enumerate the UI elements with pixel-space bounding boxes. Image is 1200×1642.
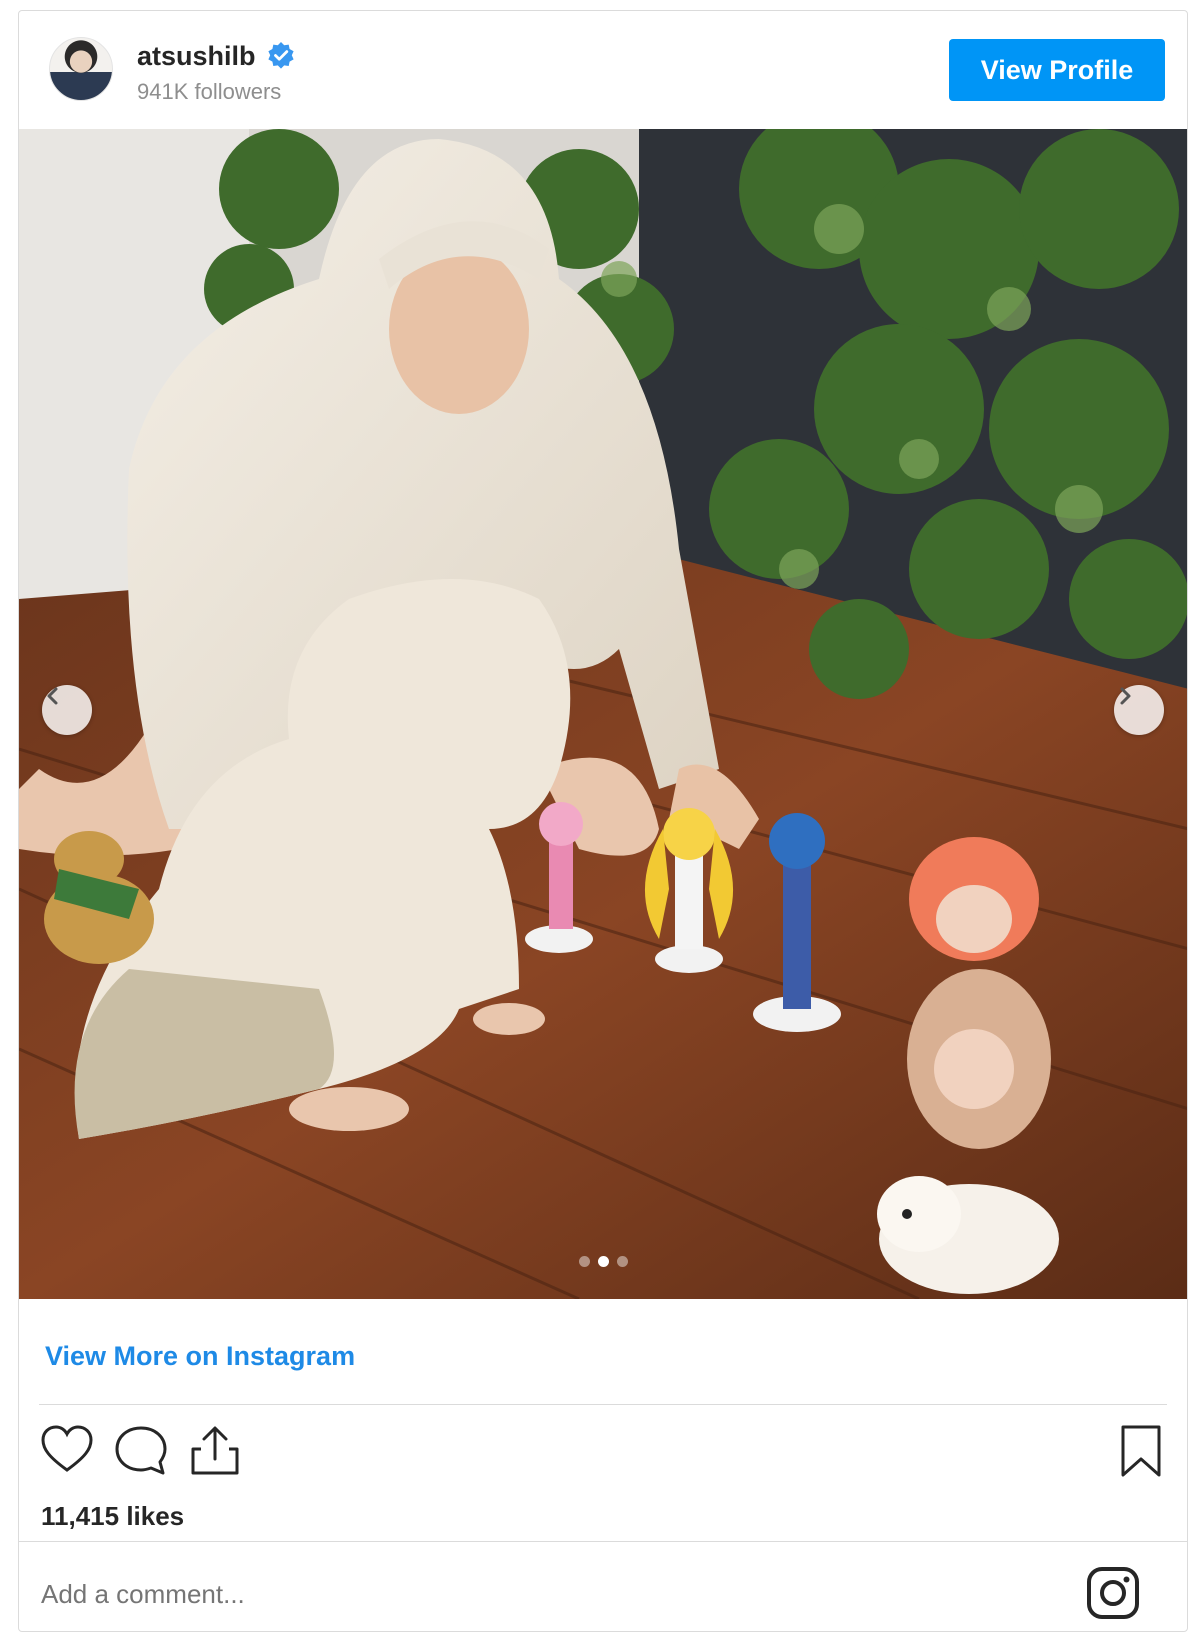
carousel-dot-active <box>597 1256 609 1267</box>
post-photo[interactable] <box>19 129 1187 1299</box>
chevron-left-icon <box>47 687 58 705</box>
carousel-next-button[interactable] <box>1114 685 1164 735</box>
post-header: atsushilb 941K followers View Profile <box>19 11 1187 129</box>
instagram-embed-card: atsushilb 941K followers View Profile Vi… <box>18 10 1188 1632</box>
comment-bubble-icon[interactable] <box>113 1423 169 1479</box>
photo-illustration <box>19 129 1187 1299</box>
carousel-indicator <box>19 1256 1187 1267</box>
verified-badge-icon <box>268 42 294 69</box>
share-icon[interactable] <box>187 1423 243 1479</box>
carousel-dot <box>578 1256 590 1267</box>
comment-input[interactable] <box>41 1579 941 1610</box>
heart-icon[interactable] <box>39 1423 95 1479</box>
followers-count: 941K followers <box>137 79 282 104</box>
divider <box>39 1404 1167 1405</box>
chevron-right-icon <box>1120 687 1131 705</box>
username[interactable]: atsushilb <box>137 41 256 72</box>
instagram-logo-icon[interactable] <box>1085 1565 1141 1621</box>
bookmark-icon[interactable] <box>1113 1423 1169 1479</box>
view-more-link[interactable]: View More on Instagram <box>45 1341 355 1372</box>
carousel-prev-button[interactable] <box>42 685 92 735</box>
carousel-dot <box>616 1256 628 1267</box>
divider <box>19 1541 1187 1542</box>
avatar[interactable] <box>49 37 113 101</box>
view-profile-button[interactable]: View Profile <box>949 39 1165 101</box>
action-bar <box>39 1423 1169 1483</box>
likes-count[interactable]: 11,415 likes <box>41 1501 184 1532</box>
